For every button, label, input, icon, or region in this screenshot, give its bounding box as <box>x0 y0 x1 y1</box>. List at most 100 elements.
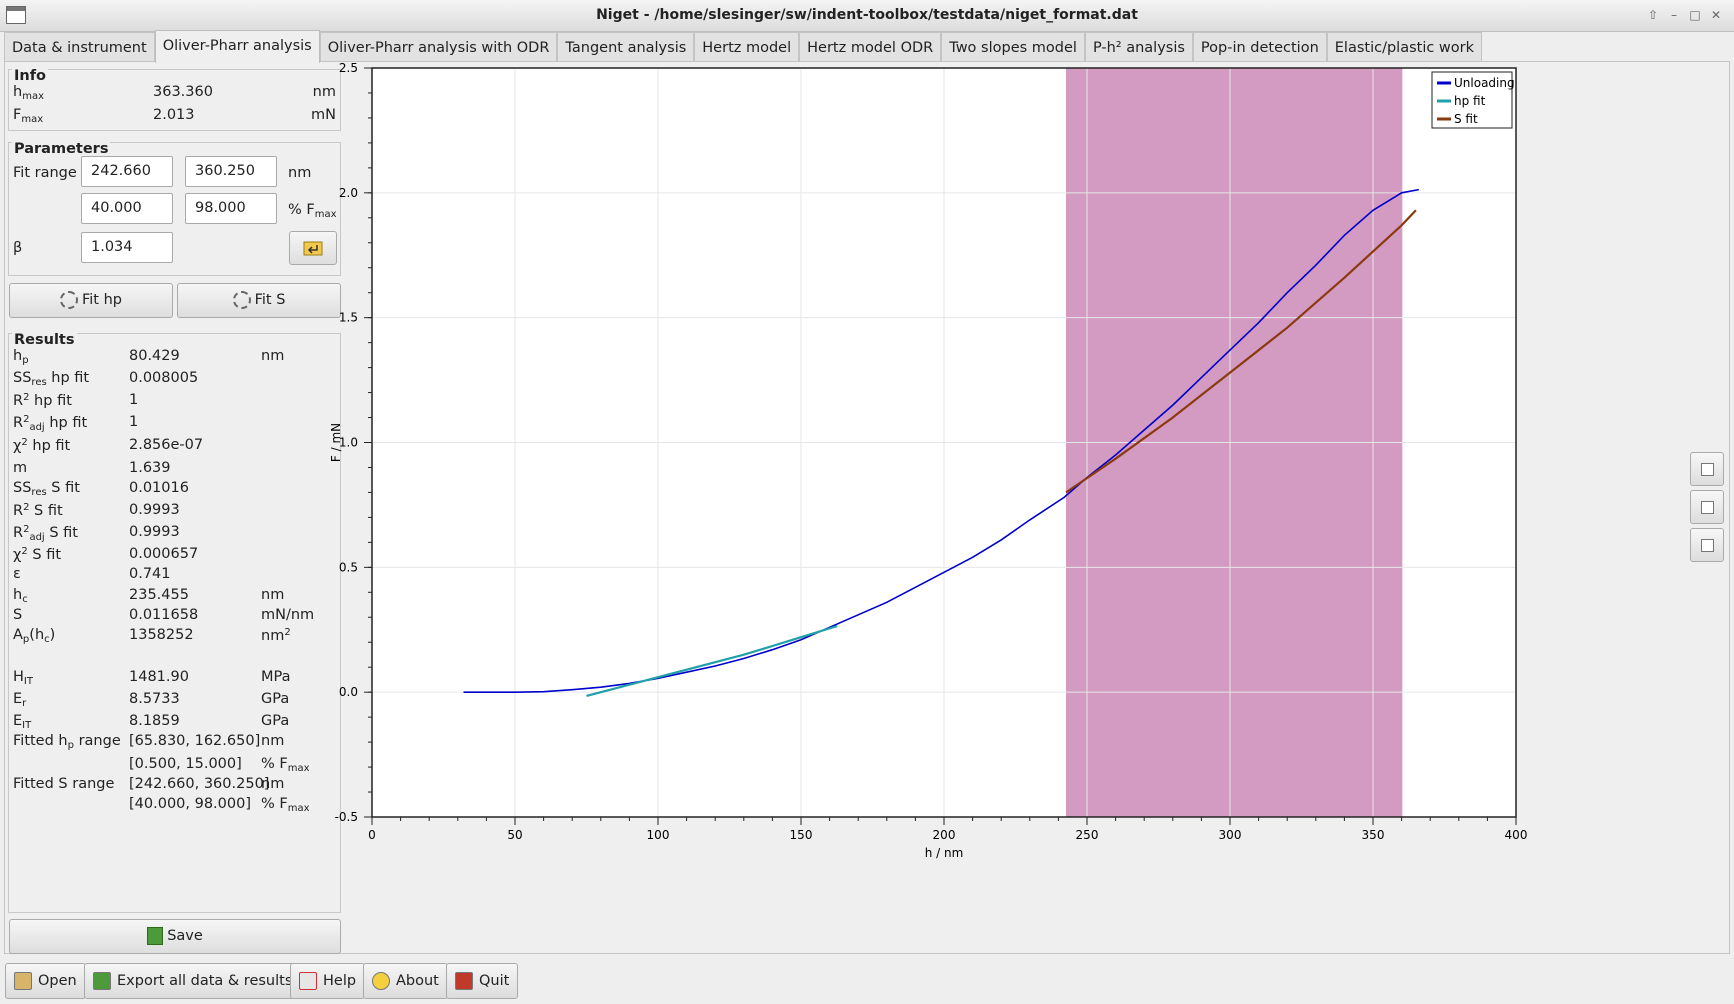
tab-oliver-pharr-odr[interactable]: Oliver-Pharr analysis with ODR <box>319 32 558 62</box>
results-group: Results hp 80.429 nm SSres hp fit 0.008005 R2… <box>8 332 341 913</box>
zoom-fit-icon <box>1701 539 1714 552</box>
fit-range-pct-to-input[interactable]: 98.000 <box>185 193 277 224</box>
result-row: [0.500, 15.000] % Fmax <box>13 756 336 778</box>
tab-tangent[interactable]: Tangent analysis <box>557 32 695 62</box>
result-label: χ2 hp fit <box>13 437 71 454</box>
x-tick-label: 300 <box>1219 828 1242 842</box>
result-value: [40.000, 98.000] <box>129 796 252 812</box>
export-button[interactable]: Export all data & results <box>84 963 302 999</box>
result-row: SSres S fit 0.01016 <box>13 480 336 502</box>
result-unit: % Fmax <box>261 796 310 814</box>
parameters-group: Parameters Fit range 242.660 360.250 nm … <box>8 141 341 276</box>
fit-range-pct-from-input[interactable]: 40.000 <box>81 193 173 224</box>
y-axis-label: F / mN <box>329 423 343 462</box>
window-shade-button[interactable]: ⇧ <box>1644 6 1662 24</box>
result-label: Er <box>13 691 27 709</box>
result-row: Er 8.5733 GPa <box>13 691 336 713</box>
x-tick-label: 400 <box>1505 828 1528 842</box>
x-axis-label: h / nm <box>925 846 964 860</box>
hmax-value: 363.360 <box>153 84 213 100</box>
beta-input[interactable]: 1.034 <box>81 232 173 263</box>
results-title: Results <box>12 332 77 348</box>
info-group: Info hmax 363.360 nm Fmax 2.013 mN <box>8 68 341 131</box>
x-tick-label: 100 <box>647 828 670 842</box>
quit-button[interactable]: Quit <box>446 963 519 999</box>
result-row: R2adj S fit 0.9993 <box>13 524 336 546</box>
x-tick-label: 50 <box>507 828 522 842</box>
window-title: Niget - /home/slesinger/sw/indent-toolbo… <box>596 7 1138 23</box>
help-icon <box>299 972 317 990</box>
about-button[interactable]: About <box>363 963 448 999</box>
fit-range-nm-unit: nm <box>288 165 312 181</box>
gears-icon <box>232 291 251 309</box>
result-value: 0.011658 <box>129 607 199 623</box>
result-row: Fitted hp range [65.830, 162.650] nm <box>13 733 336 755</box>
result-row: R2 S fit 0.9993 <box>13 502 336 524</box>
fit-range-nm-to-input[interactable]: 360.250 <box>185 156 277 187</box>
y-tick-label: 0.0 <box>339 685 358 699</box>
result-value: [0.500, 15.000] <box>129 756 242 772</box>
save-button[interactable]: Save <box>9 919 341 954</box>
bottom-toolbar: Open Export all data & results Help Abou… <box>0 958 1734 1004</box>
result-row: S 0.011658 mN/nm <box>13 607 336 629</box>
result-label: m <box>13 460 28 476</box>
result-unit: MPa <box>261 669 291 685</box>
result-row: ε 0.741 <box>13 566 336 588</box>
load-depth-plot[interactable]: 0 50 100 150 200 250 300 350 400-0.50.00.51.01.5… <box>329 61 1690 952</box>
tab-oliver-pharr[interactable]: Oliver-Pharr analysis <box>154 30 320 63</box>
result-row: HIT 1481.90 MPa <box>13 669 336 691</box>
result-label: ε <box>13 566 21 582</box>
result-value: 1358252 <box>129 627 194 643</box>
fit-range-nm-from-input[interactable]: 242.660 <box>81 156 173 187</box>
result-label: R2 S fit <box>13 502 63 519</box>
tab-elastic-plastic[interactable]: Elastic/plastic work <box>1326 32 1483 62</box>
fit-s-button[interactable]: Fit S <box>177 283 341 318</box>
legend-label: S fit <box>1454 112 1478 126</box>
fit-hp-button[interactable]: Fit hp <box>9 283 173 318</box>
window-minimize-button[interactable]: – <box>1665 6 1683 24</box>
x-tick-label: 150 <box>790 828 813 842</box>
parameters-title: Parameters <box>12 141 111 157</box>
result-value: 0.741 <box>129 566 171 582</box>
result-row: hp 80.429 nm <box>13 348 336 370</box>
window-maximize-button[interactable]: □ <box>1686 6 1704 24</box>
tab-p-h2[interactable]: P-h² analysis <box>1084 32 1193 62</box>
result-value: [65.830, 162.650] <box>129 733 261 749</box>
x-tick-label: 0 <box>368 828 376 842</box>
result-label: EIT <box>13 713 32 731</box>
tab-two-slopes[interactable]: Two slopes model <box>941 32 1085 62</box>
zoom-out-icon <box>1701 501 1714 514</box>
result-unit: GPa <box>261 713 290 729</box>
y-tick-label: 0.5 <box>339 560 358 574</box>
result-label: R2adj hp fit <box>13 414 88 433</box>
result-label: Fitted S range <box>13 776 115 792</box>
result-label: Fitted hp range <box>13 733 121 751</box>
tab-hertz[interactable]: Hertz model <box>694 32 800 62</box>
result-unit: % Fmax <box>261 756 310 774</box>
window-close-button[interactable]: ✕ <box>1707 6 1725 24</box>
tab-pop-in[interactable]: Pop-in detection <box>1192 32 1327 62</box>
result-value: 8.5733 <box>129 691 180 707</box>
apply-parameters-button[interactable] <box>289 231 337 265</box>
y-tick-label: 1.5 <box>339 311 358 325</box>
fmax-value: 2.013 <box>153 107 195 123</box>
result-value: 1481.90 <box>129 669 189 685</box>
result-unit: mN/nm <box>261 607 315 623</box>
tab-data-instrument[interactable]: Data & instrument <box>4 32 155 62</box>
tab-hertz-odr[interactable]: Hertz model ODR <box>799 32 942 62</box>
result-value: 0.000657 <box>129 546 199 562</box>
result-label: R2 hp fit <box>13 392 72 409</box>
open-button[interactable]: Open <box>5 963 86 999</box>
zoom-fit-button[interactable] <box>1690 528 1724 562</box>
result-label: χ2 S fit <box>13 546 62 563</box>
help-button[interactable]: Help <box>290 963 366 999</box>
zoom-in-button[interactable] <box>1690 452 1724 486</box>
folder-icon <box>14 972 32 990</box>
result-label: hp <box>13 348 29 366</box>
zoom-out-button[interactable] <box>1690 490 1724 524</box>
result-unit: nm <box>261 587 285 603</box>
result-row: EIT 8.1859 GPa <box>13 713 336 735</box>
result-row: Fitted S range [242.660, 360.250] nm <box>13 776 336 798</box>
export-icon <box>93 972 111 990</box>
star-icon <box>372 972 390 990</box>
